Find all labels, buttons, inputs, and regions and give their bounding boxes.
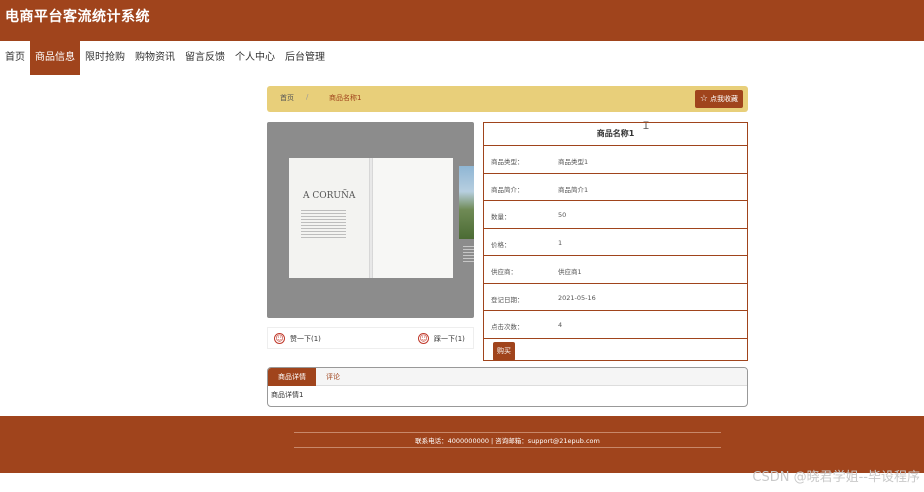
thumbs-up-label: 赞一下(1)	[290, 334, 321, 343]
info-row-type: 商品类型： 商品类型1	[484, 145, 747, 173]
nav-item-products[interactable]: 商品信息	[30, 41, 80, 75]
vote-row: ☺ 赞一下(1) ☺ 踩一下(1)	[267, 327, 474, 349]
info-key: 供应商：	[491, 268, 517, 276]
footer-divider	[294, 432, 721, 433]
footer: 联系电话：4000000000 | 咨询邮箱：support@21epub.co…	[0, 416, 924, 473]
thumbs-down-label: 踩一下(1)	[434, 334, 465, 343]
magazine-photo	[459, 166, 474, 239]
product-image: A CORUÑA	[267, 122, 474, 318]
tab-product-detail[interactable]: 商品详情	[268, 368, 316, 386]
thumbs-up-button[interactable]: ☺ 赞一下(1)	[274, 333, 321, 344]
info-key: 登记日期：	[491, 295, 524, 304]
tab-header: 商品详情 评论	[268, 368, 747, 386]
info-value: 商品简介1	[558, 185, 589, 194]
info-key: 商品简介：	[491, 185, 524, 194]
info-value: 50	[558, 211, 567, 219]
info-key: 数量：	[491, 213, 511, 221]
buy-row: 购买	[484, 337, 747, 363]
tab-content: 商品详情1	[271, 391, 304, 399]
footer-divider	[294, 447, 721, 448]
info-row-summary: 商品简介： 商品简介1	[484, 172, 747, 201]
info-key: 商品类型：	[491, 158, 524, 166]
breadcrumb-current: 商品名称1	[329, 94, 362, 102]
magazine-brand-text: A CORUÑA	[303, 191, 356, 201]
smiley-icon: ☺	[418, 333, 429, 344]
product-info-panel: 商品名称1 商品类型： 商品类型1 商品简介： 商品简介1 数量： 50 价格：…	[483, 122, 748, 361]
info-row-price: 价格： 1	[484, 227, 747, 256]
top-header: 电商平台客流统计系统	[0, 0, 924, 41]
favorite-button[interactable]: ☆ 点我收藏	[694, 90, 743, 108]
detail-tabs: 商品详情 评论 商品详情1	[267, 367, 748, 407]
thumbs-down-button[interactable]: ☺ 踩一下(1)	[418, 333, 465, 344]
breadcrumb-home-link[interactable]: 首页	[280, 93, 294, 103]
breadcrumb: 首页 / 商品名称1 ☆ 点我收藏	[267, 86, 748, 112]
info-value: 4	[558, 321, 563, 329]
nav-item-user-center[interactable]: 个人中心	[230, 41, 280, 75]
favorite-button-label: 点我收藏	[710, 95, 738, 103]
watermark: CSDN @晓君学姐--毕设程序	[752, 470, 920, 485]
info-row-clicks: 点击次数： 4	[484, 310, 747, 338]
nav-item-news[interactable]: 购物资讯	[130, 41, 180, 75]
info-row-supplier: 供应商： 供应商1	[484, 255, 747, 283]
breadcrumb-separator: /	[306, 93, 309, 101]
nav-item-flash-sale[interactable]: 限时抢购	[80, 41, 130, 75]
smiley-icon: ☺	[274, 333, 285, 344]
footer-contact: 联系电话：4000000000 | 咨询邮箱：support@21epub.co…	[415, 437, 600, 445]
main-nav: 首页 商品信息 限时抢购 购物资讯 留言反馈 个人中心 后台管理	[0, 41, 330, 75]
info-row-quantity: 数量： 50	[484, 200, 747, 228]
info-value: 1	[558, 238, 563, 247]
nav-item-admin[interactable]: 后台管理	[280, 41, 330, 75]
tab-comments[interactable]: 评论	[316, 368, 350, 386]
info-key: 价格：	[491, 240, 511, 249]
star-outline-icon: ☆	[699, 94, 708, 104]
info-value: 2021-05-16	[558, 293, 596, 302]
product-title: 商品名称1	[596, 129, 635, 138]
nav-item-feedback[interactable]: 留言反馈	[180, 41, 230, 75]
info-key: 点击次数：	[491, 323, 524, 331]
info-value: 供应商1	[558, 268, 582, 276]
nav-item-home[interactable]: 首页	[0, 41, 30, 75]
info-value: 商品类型1	[558, 158, 589, 166]
info-row-date: 登记日期： 2021-05-16	[484, 282, 747, 311]
site-title: 电商平台客流统计系统	[5, 9, 150, 25]
magazine-illustration: A CORUÑA	[289, 158, 474, 278]
buy-button[interactable]: 购买	[493, 341, 515, 361]
